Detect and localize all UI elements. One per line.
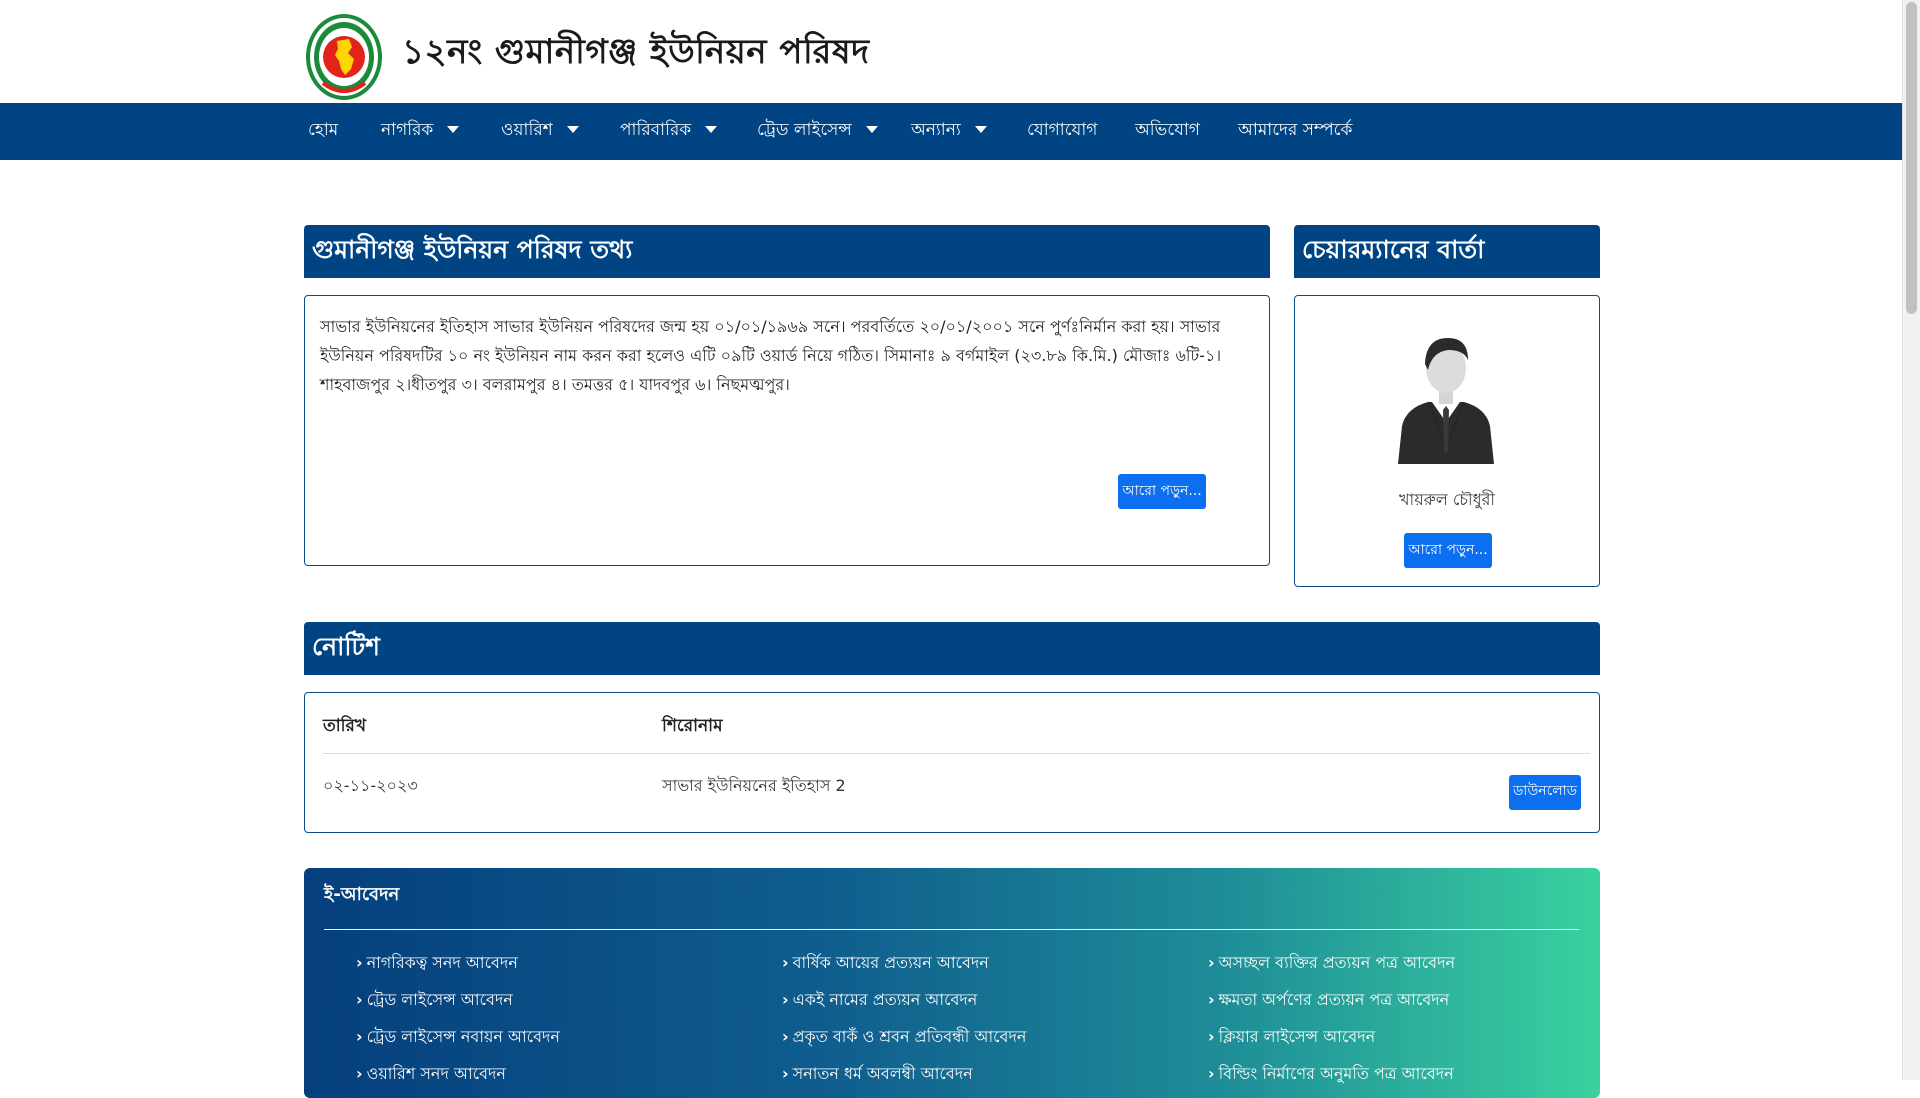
e-app-link[interactable]: › বার্ষিক আয়ের প্রত্যয়ন আবেদন bbox=[782, 950, 989, 977]
column-header-title: শিরোনাম bbox=[662, 716, 723, 736]
nav-others[interactable]: অন্যান্য bbox=[911, 103, 987, 160]
nav-home[interactable]: হোম bbox=[308, 103, 338, 160]
e-app-link[interactable]: › ক্লিয়ার লাইসেন্স আবেদন bbox=[1208, 1024, 1375, 1051]
e-app-link[interactable]: › একই নামের প্রত্যয়ন আবেদন bbox=[782, 987, 977, 1014]
site-title: ১২নং গুমানীগঞ্জ ইউনিয়ন পরিষদ bbox=[402, 32, 870, 72]
caret-down-icon bbox=[865, 125, 878, 133]
bangladesh-govt-logo[interactable] bbox=[305, 13, 383, 101]
chevron-right-icon: › bbox=[1208, 953, 1215, 972]
nav-label: অভিযোগ bbox=[1135, 120, 1200, 140]
e-app-link[interactable]: › অসচ্ছল ব্যক্তির প্রত্যয়ন পত্র আবেদন bbox=[1208, 950, 1455, 977]
chevron-right-icon: › bbox=[782, 1064, 789, 1083]
info-panel-heading: গুমানীগঞ্জ ইউনিয়ন পরিষদ তথ্য bbox=[304, 225, 1270, 278]
nav-label: যোগাযোগ bbox=[1027, 120, 1098, 140]
chevron-right-icon: › bbox=[356, 990, 363, 1009]
e-app-link-label: বিল্ডিং নির্মাণের অনুমতি পত্র আবেদন bbox=[1218, 1064, 1454, 1083]
nav-family[interactable]: পারিবারিক bbox=[620, 103, 718, 160]
chairman-avatar bbox=[1398, 338, 1494, 464]
nav-trade-license[interactable]: ট্রেড লাইসেন্স bbox=[757, 103, 878, 160]
e-application-heading: ই-আবেদন bbox=[324, 884, 400, 905]
vertical-scrollbar[interactable] bbox=[1902, 0, 1920, 1080]
e-app-link-label: ক্লিয়ার লাইসেন্স আবেদন bbox=[1218, 1027, 1376, 1046]
info-read-more-button[interactable]: আরো পড়ুন... bbox=[1118, 474, 1206, 509]
download-button[interactable]: ডাউনলোড bbox=[1509, 775, 1581, 810]
e-app-link-label: বার্ষিক আয়ের প্রত্যয়ন আবেদন bbox=[792, 953, 989, 972]
chairman-name: খায়রুল চৌধুরী bbox=[1399, 490, 1495, 509]
e-app-link-label: নাগরিকত্ব সনদ আবেদন bbox=[366, 953, 518, 972]
e-app-link[interactable]: › সনাতন ধর্ম অবলম্বী আবেদন bbox=[782, 1061, 973, 1088]
chevron-right-icon: › bbox=[1208, 1064, 1215, 1083]
chairman-panel: খায়রুল চৌধুরী আরো পড়ুন... bbox=[1294, 295, 1600, 587]
union-history-text: সাভার ইউনিয়নের ইতিহাস সাভার ইউনিয়ন পরি… bbox=[320, 317, 1222, 394]
chevron-right-icon: › bbox=[782, 1027, 789, 1046]
nav-citizen[interactable]: নাগরিক bbox=[381, 103, 460, 160]
nav-label: নাগরিক bbox=[381, 120, 434, 140]
chairman-read-more-button[interactable]: আরো পড়ুন... bbox=[1404, 533, 1492, 568]
chevron-right-icon: › bbox=[1208, 1027, 1215, 1046]
notice-panel: তারিখ শিরোনাম ০২-১১-২০২৩ সাভার ইউনিয়নের… bbox=[304, 692, 1600, 833]
notice-heading: নোটিশ bbox=[304, 622, 1600, 675]
e-app-link-label: একই নামের প্রত্যয়ন আবেদন bbox=[792, 990, 978, 1009]
e-app-link-label: সনাতন ধর্ম অবলম্বী আবেদন bbox=[792, 1064, 973, 1083]
caret-down-icon bbox=[566, 125, 579, 133]
e-app-link-label: প্রকৃত বাকঁ ও শ্রবন প্রতিবন্ধী আবেদন bbox=[792, 1027, 1027, 1046]
caret-down-icon bbox=[447, 125, 460, 133]
e-app-link-label: ওয়ারিশ সনদ আবেদন bbox=[366, 1064, 506, 1083]
info-panel: সাভার ইউনিয়নের ইতিহাস সাভার ইউনিয়ন পরি… bbox=[304, 295, 1270, 566]
chevron-right-icon: › bbox=[356, 953, 363, 972]
e-application-divider bbox=[324, 929, 1579, 930]
e-app-link[interactable]: › প্রকৃত বাকঁ ও শ্রবন প্রতিবন্ধী আবেদন bbox=[782, 1024, 1026, 1051]
caret-down-icon bbox=[974, 125, 987, 133]
table-divider bbox=[323, 753, 1590, 754]
e-app-link[interactable]: › ওয়ারিশ সনদ আবেদন bbox=[356, 1061, 506, 1088]
nav-contact[interactable]: যোগাযোগ bbox=[1027, 103, 1097, 160]
e-app-link-label: ট্রেড লাইসেন্স আবেদন bbox=[366, 990, 513, 1009]
e-app-link[interactable]: › নাগরিকত্ব সনদ আবেদন bbox=[356, 950, 518, 977]
chevron-right-icon: › bbox=[356, 1064, 363, 1083]
scrollbar-thumb[interactable] bbox=[1906, 2, 1917, 314]
nav-label: আমাদের সম্পর্কে bbox=[1238, 120, 1353, 140]
nav-label: ট্রেড লাইসেন্স bbox=[757, 120, 852, 140]
site-header: ১২নং গুমানীগঞ্জ ইউনিয়ন পরিষদ bbox=[0, 0, 1903, 103]
chevron-right-icon: › bbox=[782, 953, 789, 972]
column-header-date: তারিখ bbox=[323, 716, 367, 736]
chevron-right-icon: › bbox=[356, 1027, 363, 1046]
e-app-link[interactable]: › ট্রেড লাইসেন্স আবেদন bbox=[356, 987, 513, 1014]
main-navbar: হোম নাগরিক ওয়ারিশ পারিবারিক ট্রেড লাইসে… bbox=[0, 103, 1903, 160]
e-app-link-label: ক্ষমতা অর্পণের প্রত্যয়ন পত্র আবেদন bbox=[1218, 990, 1450, 1009]
notice-title[interactable]: সাভার ইউনিয়নের ইতিহাস 2 bbox=[662, 773, 846, 800]
chevron-right-icon: › bbox=[782, 990, 789, 1009]
e-application-section: ই-আবেদন › নাগরিকত্ব সনদ আবেদন › ট্রেড লাইস… bbox=[304, 868, 1600, 1098]
notice-date: ০২-১১-২০২৩ bbox=[323, 776, 418, 795]
nav-about-us[interactable]: আমাদের সম্পর্কে bbox=[1238, 103, 1352, 160]
nav-complaint[interactable]: অভিযোগ bbox=[1135, 103, 1200, 160]
chairman-panel-heading: চেয়ারম্যানের বার্তা bbox=[1294, 225, 1600, 278]
e-app-link-label: অসচ্ছল ব্যক্তির প্রত্যয়ন পত্র আবেদন bbox=[1218, 953, 1456, 972]
e-app-link-label: ট্রেড লাইসেন্স নবায়ন আবেদন bbox=[366, 1027, 560, 1046]
chevron-right-icon: › bbox=[1208, 990, 1215, 1009]
e-app-link[interactable]: › বিল্ডিং নির্মাণের অনুমতি পত্র আবেদন bbox=[1208, 1061, 1454, 1088]
caret-down-icon bbox=[705, 125, 718, 133]
nav-inheritance[interactable]: ওয়ারিশ bbox=[501, 103, 579, 160]
nav-label: ওয়ারিশ bbox=[501, 120, 553, 140]
nav-label: পারিবারিক bbox=[620, 120, 692, 140]
e-app-link[interactable]: › ক্ষমতা অর্পণের প্রত্যয়ন পত্র আবেদন bbox=[1208, 987, 1449, 1014]
nav-label: হোম bbox=[308, 120, 339, 140]
e-app-link[interactable]: › ট্রেড লাইসেন্স নবায়ন আবেদন bbox=[356, 1024, 560, 1051]
nav-label: অন্যান্য bbox=[911, 120, 961, 140]
